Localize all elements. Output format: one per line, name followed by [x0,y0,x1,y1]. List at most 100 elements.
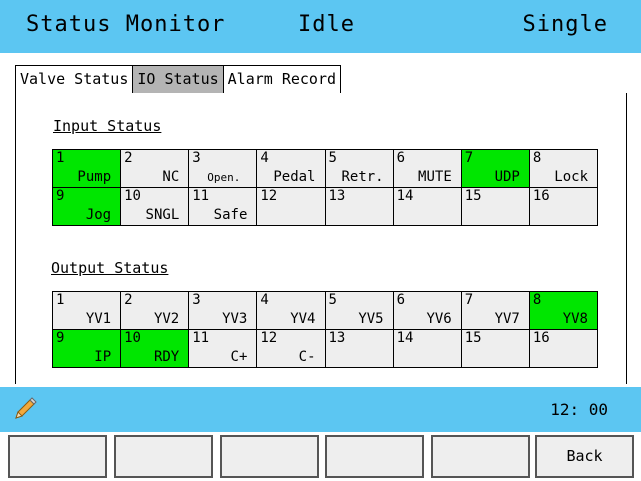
input-cell-3: 3 Open. [189,150,258,188]
footer-button-3[interactable] [220,435,319,478]
input-cell-label: Lock [554,169,588,185]
output-cell-number: 1 [56,292,65,308]
input-cell-number: 7 [464,150,474,166]
input-cell-6: 6 MUTE [393,150,462,188]
input-status-grid: 1 Pump 2 NC 3 Open. 4 Pedal 5 Retr. 6 MUTE 7 UDP 8 Lock… [52,149,598,226]
input-cell-number: 5 [328,150,337,166]
footer-button-5[interactable] [431,435,530,478]
input-cell-9: 9 Jog [53,188,122,226]
input-cell-label: Open. [207,171,241,184]
run-mode: Single [522,12,608,37]
input-cell-number: 12 [260,188,278,204]
input-cell-number: 14 [396,188,414,204]
input-cell-number: 16 [532,188,550,204]
output-cell-label: YV4 [290,311,316,327]
input-cell-label: Jog [85,207,112,223]
input-cell-label: Retr. [341,169,384,185]
input-cell-10: 10 SNGL [121,188,190,226]
output-cell-7: 7 YV7 [461,292,530,330]
output-cell-16: 16 [529,330,598,368]
input-cell-label: Pedal [273,169,316,185]
tab-bar: Valve Status IO Status Alarm Record [15,65,342,94]
io-status-panel: Input Status 1 Pump 2 NC 3 Open. 4 Pedal 5 Retr. 6… [15,93,627,384]
page-title: Status Monitor [26,12,226,37]
clock-display: 12: 00 [550,400,608,419]
input-cell-8: 8 Lock [529,150,598,188]
input-cell-5: 5 Retr. [325,150,394,188]
output-cell-label: C+ [230,349,248,365]
input-cell-label: NC [162,169,180,185]
input-cell-12: 12 [257,188,326,226]
output-cell-label: YV8 [562,311,588,327]
output-cell-number: 15 [464,330,482,346]
header-bar: Status Monitor Idle Single [0,0,641,53]
output-cell-6: 6 YV6 [393,292,462,330]
input-cell-label: MUTE [418,169,452,185]
input-cell-label: SNGL [145,207,180,223]
output-cell-number: 13 [328,330,346,346]
output-cell-number: 5 [328,292,337,308]
pencil-icon[interactable] [12,396,38,422]
footer-button-1[interactable] [8,435,107,478]
output-cell-number: 8 [532,292,542,308]
input-cell-4: 4 Pedal [257,150,326,188]
output-cell-label: YV6 [426,311,452,327]
input-cell-number: 6 [396,150,406,166]
footer-button-4[interactable] [325,435,424,478]
input-cell-number: 8 [532,150,542,166]
output-cell-number: 7 [464,292,474,308]
output-cell-3: 3 YV3 [189,292,258,330]
output-cell-label: YV5 [358,311,384,327]
input-cell-number: 2 [124,150,133,166]
input-cell-number: 13 [328,188,346,204]
output-cell-13: 13 [325,330,394,368]
input-cell-number: 9 [56,188,65,204]
output-cell-number: 10 [124,330,141,346]
output-cell-11: 11 C+ [189,330,258,368]
tab-valve-status[interactable]: Valve Status [15,65,134,94]
footer-button-2[interactable] [114,435,213,478]
tab-alarm-record[interactable]: Alarm Record [222,65,342,94]
output-cell-8: 8 YV8 [529,292,598,330]
output-cell-number: 16 [532,330,550,346]
output-cell-number: 12 [260,330,278,346]
input-cell-13: 13 [325,188,394,226]
input-cell-number: 3 [192,150,201,166]
status-bar: 12: 00 [0,387,641,432]
input-cell-number: 10 [124,188,141,204]
output-cell-number: 6 [396,292,406,308]
input-cell-1: 1 Pump [53,150,122,188]
output-cell-number: 4 [260,292,269,308]
output-cell-5: 5 YV5 [325,292,394,330]
output-cell-label: IP [94,349,112,365]
input-cell-label: Safe [213,207,248,223]
tab-io-status[interactable]: IO Status [132,65,224,94]
output-cell-12: 12 C- [257,330,326,368]
output-cell-label: YV3 [222,311,248,327]
output-cell-number: 3 [192,292,201,308]
input-cell-15: 15 [461,188,530,226]
input-cell-number: 15 [464,188,482,204]
output-cell-4: 4 YV4 [257,292,326,330]
output-cell-2: 2 YV2 [121,292,190,330]
footer-button-bar: Back [0,432,641,481]
output-cell-1: 1 YV1 [53,292,122,330]
output-cell-number: 11 [192,330,210,346]
back-button[interactable]: Back [535,435,634,478]
input-cell-number: 1 [56,150,65,166]
input-cell-number: 11 [192,188,210,204]
machine-state: Idle [298,12,355,37]
input-cell-label: Pump [77,169,112,185]
input-cell-7: 7 UDP [461,150,530,188]
input-status-label: Input Status [53,117,162,135]
output-status-label: Output Status [51,259,169,277]
output-cell-label: YV2 [153,311,180,327]
output-cell-14: 14 [393,330,462,368]
output-cell-label: C- [298,349,316,365]
output-cell-number: 9 [56,330,65,346]
output-cell-15: 15 [461,330,530,368]
input-cell-11: 11 Safe [189,188,258,226]
input-cell-2: 2 NC [121,150,190,188]
output-cell-number: 2 [124,292,133,308]
output-status-grid: 1 YV1 2 YV2 3 YV3 4 YV4 5 YV5 6 YV6 7 YV7 8 YV8 9 IP 10 RDY… [52,291,598,368]
